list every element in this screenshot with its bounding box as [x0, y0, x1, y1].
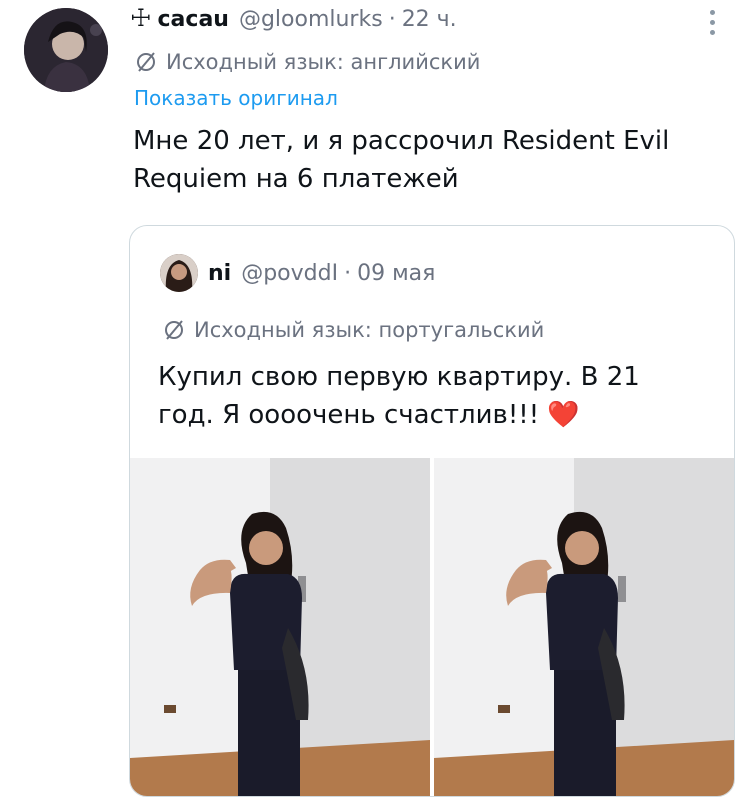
quoted-translation-notice: Исходный язык: португальский	[162, 318, 544, 342]
quoted-display-name[interactable]: ni	[208, 261, 231, 286]
show-original-link[interactable]: Показать оригинал	[134, 86, 338, 110]
tweet-timestamp[interactable]: 22 ч.	[402, 7, 457, 32]
photo-1[interactable]	[130, 458, 430, 796]
quoted-timestamp[interactable]: 09 мая	[357, 261, 435, 286]
photo-2[interactable]	[434, 458, 734, 796]
translate-icon	[165, 320, 183, 340]
author-avatar[interactable]	[24, 8, 108, 92]
translate-icon	[137, 52, 155, 72]
separator-dot: ·	[344, 260, 352, 286]
quoted-tweet-header: ni @povddI · 09 мая	[160, 254, 435, 292]
cross-glyph: ☩	[130, 4, 152, 32]
quoted-translation-label: Исходный язык: португальский	[194, 318, 545, 342]
author-display-name[interactable]: cacau	[158, 7, 229, 32]
translation-label: Исходный язык: английский	[166, 50, 481, 74]
tweet-text: Мне 20 лет, и я рассрочил Resident Evil …	[133, 126, 670, 194]
quoted-handle[interactable]: @povddI	[241, 261, 338, 286]
quoted-tweet-card[interactable]: ni @povddI · 09 мая Исходный язык: порту…	[129, 225, 735, 797]
author-handle[interactable]: @gloomlurks	[239, 7, 383, 32]
more-options-icon[interactable]	[708, 10, 716, 40]
translation-notice: Исходный язык: английский	[134, 50, 480, 74]
tweet-header: ☩ cacau @gloomlurks · 22 ч.	[130, 6, 457, 32]
separator-dot: ·	[388, 7, 396, 32]
heart-emoji: ❤️	[547, 400, 580, 430]
quoted-tweet-text: Купил свою первую квартиру. В 21 год. Я …	[158, 358, 698, 434]
quoted-author-avatar[interactable]	[160, 254, 198, 292]
media-grid	[130, 458, 734, 796]
